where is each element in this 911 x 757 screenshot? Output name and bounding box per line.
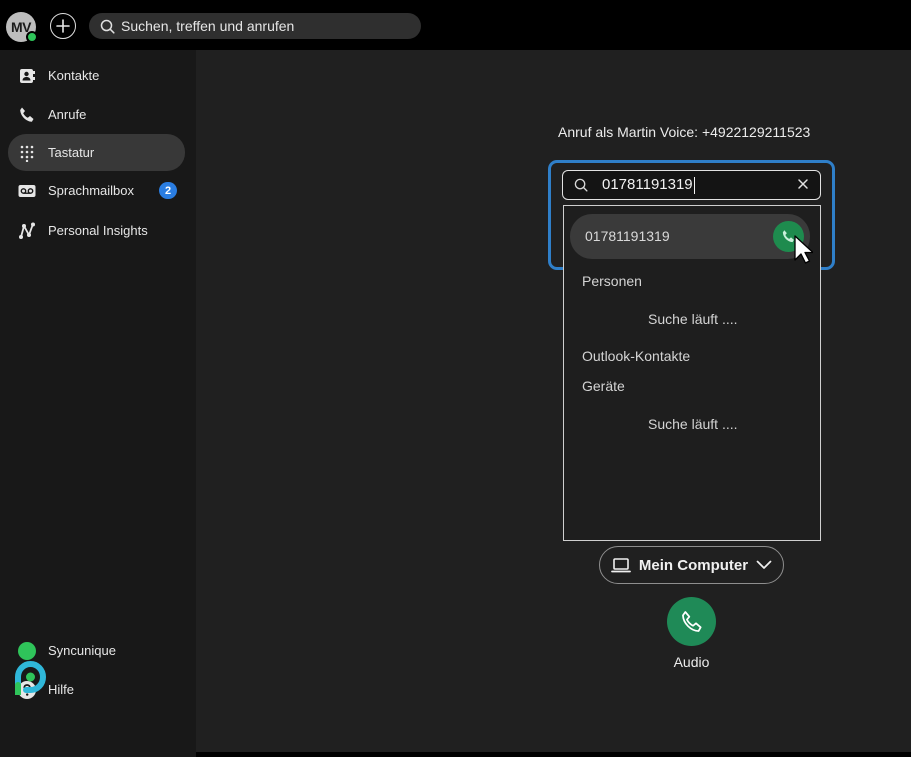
suggestion-number: 01781191319: [585, 228, 670, 244]
dialpad-icon: [17, 143, 37, 163]
search-icon: [574, 178, 588, 192]
sidebar-item-sprachmailbox[interactable]: Sprachmailbox 2: [8, 172, 185, 209]
close-icon[interactable]: [796, 177, 810, 191]
sidebar-item-anrufe[interactable]: Anrufe: [8, 96, 185, 133]
audio-call-button[interactable]: [667, 597, 716, 646]
geraete-search-status: Suche läuft ....: [648, 416, 738, 432]
section-geraete: Geräte: [582, 378, 625, 394]
status-dot-icon: [17, 641, 37, 661]
section-outlook-kontakte: Outlook-Kontakte: [582, 348, 691, 364]
number-suggestion[interactable]: 01781191319: [570, 214, 810, 259]
add-button[interactable]: [50, 13, 76, 39]
search-icon: [100, 19, 115, 34]
dial-input-value: 01781191319: [602, 176, 693, 194]
personen-search-status: Suche läuft ....: [648, 311, 738, 327]
dial-number-input[interactable]: 01781191319: [562, 170, 821, 200]
mouse-pointer-icon: [794, 235, 813, 264]
device-select-button[interactable]: Mein Computer: [599, 546, 784, 584]
call-as-label: Anruf als Martin Voice: +4922129211523: [558, 124, 811, 140]
section-personen: Personen: [582, 273, 642, 289]
sidebar-item-personal-insights[interactable]: Personal Insights: [8, 212, 185, 249]
contacts-icon: [17, 66, 37, 86]
text-caret: [693, 176, 695, 194]
sidebar-item-label: Personal Insights: [48, 223, 148, 238]
sidebar-item-tastatur[interactable]: Tastatur: [8, 134, 185, 171]
sidebar-item-label: Sprachmailbox: [48, 183, 134, 198]
chevron-down-icon: [756, 560, 772, 569]
sidebar-item-label: Hilfe: [48, 682, 75, 697]
sidebar-item-label: Anrufe: [48, 107, 87, 122]
insights-icon: [17, 221, 37, 241]
plus-icon: [56, 19, 70, 33]
phone-icon: [17, 105, 37, 125]
voicemail-icon: [17, 181, 37, 201]
top-bar: MV Suchen, treffen und anrufen: [0, 0, 911, 50]
search-placeholder: Suchen, treffen und anrufen: [121, 18, 295, 34]
audio-label: Audio: [673, 654, 710, 670]
device-label: Mein Computer: [638, 556, 749, 574]
voicemail-count-badge: 2: [159, 182, 177, 199]
app-logo-icon: [15, 661, 46, 695]
presence-indicator: [26, 31, 38, 43]
sidebar-item-kontakte[interactable]: Kontakte: [8, 57, 185, 94]
global-search-input[interactable]: Suchen, treffen und anrufen: [89, 13, 421, 39]
avatar[interactable]: MV: [6, 12, 38, 43]
laptop-icon: [611, 557, 631, 572]
sidebar-item-label: Kontakte: [48, 68, 100, 83]
sidebar-item-label: Syncunique: [48, 643, 116, 658]
phone-icon: [681, 610, 702, 632]
sidebar-item-label: Tastatur: [48, 145, 95, 160]
